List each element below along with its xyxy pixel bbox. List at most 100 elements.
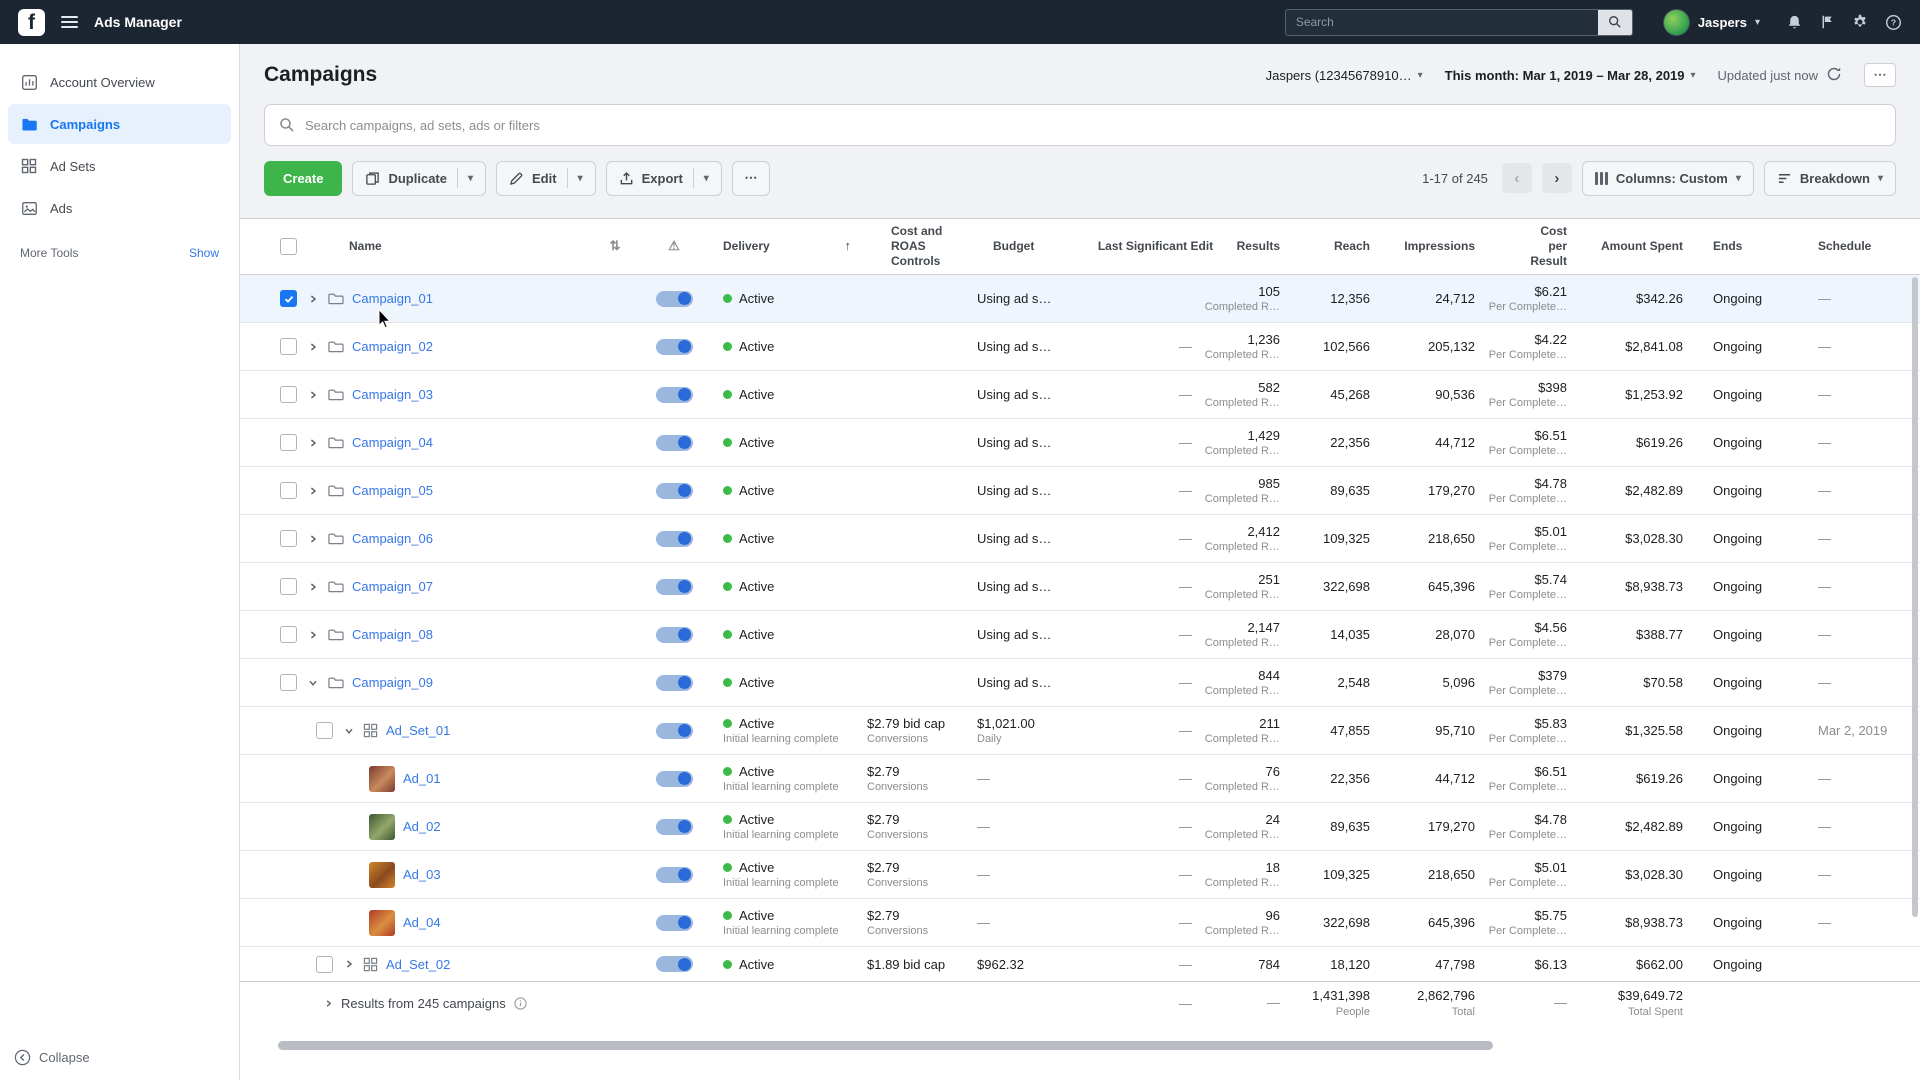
delivery-toggle[interactable] [655, 626, 693, 643]
refresh-icon[interactable] [1826, 66, 1842, 85]
settings-gear-icon[interactable] [1851, 13, 1869, 31]
row-checkbox[interactable] [280, 482, 297, 499]
more-options-button[interactable]: ⋯ [1864, 63, 1896, 87]
column-header-ends[interactable]: Ends [1700, 239, 1810, 254]
column-header-results[interactable]: Results [1228, 239, 1328, 254]
row-checkbox[interactable] [316, 722, 333, 739]
row-checkbox[interactable] [280, 434, 297, 451]
topbar-search[interactable] [1284, 8, 1633, 36]
delivery-toggle[interactable] [655, 770, 693, 787]
sidebar-item-ads[interactable]: Ads [8, 188, 231, 228]
column-header-name[interactable]: Name [349, 239, 382, 254]
row-name-link[interactable]: Campaign_04 [352, 435, 433, 450]
row-checkbox[interactable] [280, 290, 297, 307]
ad-row[interactable]: Ad_02 Active Initial learning complete $2… [240, 803, 1920, 851]
campaign-row[interactable]: Campaign_05 Active Using ad s… — 985 Comp… [240, 467, 1920, 515]
topbar-search-input[interactable] [1285, 9, 1598, 35]
row-name-link[interactable]: Campaign_03 [352, 387, 433, 402]
expand-caret[interactable] [307, 342, 319, 352]
ad-row[interactable]: Ad_04 Active Initial learning complete $2… [240, 899, 1920, 947]
delivery-toggle[interactable] [655, 434, 693, 451]
delivery-toggle[interactable] [655, 956, 693, 972]
horizontal-scrollbar[interactable] [278, 1041, 1493, 1050]
row-name-link[interactable]: Campaign_06 [352, 531, 433, 546]
column-header-amount-spent[interactable]: Amount Spent [1601, 239, 1700, 254]
expand-caret[interactable] [307, 438, 319, 448]
expand-caret[interactable] [307, 630, 319, 640]
row-name-link[interactable]: Ad_03 [403, 867, 441, 882]
expand-caret[interactable] [307, 582, 319, 592]
delivery-toggle[interactable] [655, 674, 693, 691]
campaign-row[interactable]: Campaign_09 Active Using ad s… — 844 Comp… [240, 659, 1920, 707]
column-header-schedule[interactable]: Schedule [1810, 239, 1920, 254]
adset-row[interactable]: Ad_Set_02 Active $1.89 bid cap $962.32 —… [240, 947, 1920, 981]
expand-caret[interactable] [307, 486, 319, 496]
delivery-toggle[interactable] [655, 290, 693, 307]
hamburger-menu-icon[interactable] [61, 16, 78, 28]
delivery-toggle[interactable] [655, 578, 693, 595]
row-name-link[interactable]: Campaign_07 [352, 579, 433, 594]
notifications-bell-icon[interactable] [1786, 14, 1803, 31]
column-header-cost[interactable]: Cost and ROAS Controls [861, 224, 971, 269]
campaign-search-input[interactable] [305, 117, 1881, 133]
help-icon[interactable]: ? [1885, 14, 1902, 31]
column-header-budget[interactable]: Budget [971, 239, 1093, 254]
delivery-toggle[interactable] [655, 722, 693, 739]
date-range-selector[interactable]: This month: Mar 1, 2019 – Mar 28, 2019 ▾ [1445, 68, 1696, 83]
row-checkbox[interactable] [280, 386, 297, 403]
row-checkbox[interactable] [280, 530, 297, 547]
row-name-link[interactable]: Ad_01 [403, 771, 441, 786]
row-checkbox[interactable] [280, 674, 297, 691]
columns-button[interactable]: Columns: Custom ▾ [1581, 160, 1754, 196]
row-name-link[interactable]: Campaign_08 [352, 627, 433, 642]
campaign-row[interactable]: Campaign_06 Active Using ad s… — 2,412 Co… [240, 515, 1920, 563]
campaign-row[interactable]: Campaign_08 Active Using ad s… — 2,147 Co… [240, 611, 1920, 659]
show-more-tools-link[interactable]: Show [189, 246, 219, 260]
select-all-checkbox[interactable] [280, 238, 297, 255]
toolbar-more-button[interactable]: ⋯ [731, 160, 770, 196]
info-icon[interactable] [514, 997, 527, 1010]
campaign-row[interactable]: Campaign_01 Active Using ad s… 105 Comple… [240, 275, 1920, 323]
column-header-delivery[interactable]: Delivery ↑ [713, 238, 861, 254]
sidebar-item-account-overview[interactable]: Account Overview [8, 62, 231, 102]
expand-caret[interactable] [307, 534, 319, 544]
expand-caret[interactable] [307, 294, 319, 304]
delivery-toggle[interactable] [655, 818, 693, 835]
footer-expand-caret[interactable] [324, 999, 333, 1008]
row-checkbox[interactable] [280, 338, 297, 355]
expand-caret[interactable] [307, 390, 319, 400]
row-name-link[interactable]: Campaign_02 [352, 339, 433, 354]
delivery-toggle[interactable] [655, 338, 693, 355]
delivery-toggle[interactable] [655, 530, 693, 547]
user-menu[interactable]: Jaspers ▾ [1662, 8, 1760, 36]
delivery-toggle[interactable] [655, 386, 693, 403]
delivery-toggle[interactable] [655, 482, 693, 499]
collapse-sidebar-button[interactable]: Collapse [14, 1049, 90, 1066]
expand-caret[interactable] [343, 726, 355, 736]
row-name-link[interactable]: Campaign_01 [352, 291, 433, 306]
row-name-link[interactable]: Ad_Set_02 [386, 957, 450, 972]
row-name-link[interactable]: Campaign_05 [352, 483, 433, 498]
campaign-row[interactable]: Campaign_04 Active Using ad s… — 1,429 Co… [240, 419, 1920, 467]
row-checkbox[interactable] [280, 626, 297, 643]
sidebar-item-ad-sets[interactable]: Ad Sets [8, 146, 231, 186]
edit-button[interactable]: Edit ▾ [496, 160, 596, 196]
sort-icon[interactable]: ⇅ [610, 238, 621, 253]
next-page-button[interactable]: › [1541, 163, 1572, 193]
column-header-impressions[interactable]: Impressions [1404, 239, 1523, 254]
previous-page-button[interactable]: ‹ [1501, 163, 1532, 193]
column-header-last-edit[interactable]: Last Significant Edit [1093, 239, 1228, 254]
flag-icon[interactable] [1819, 14, 1835, 30]
create-button[interactable]: Create [264, 160, 343, 196]
row-name-link[interactable]: Campaign_09 [352, 675, 433, 690]
adset-row[interactable]: Ad_Set_01 Active Initial learning complet… [240, 707, 1920, 755]
expand-caret[interactable] [343, 959, 355, 969]
row-checkbox[interactable] [280, 578, 297, 595]
topbar-search-button[interactable] [1597, 9, 1632, 35]
export-button[interactable]: Export ▾ [605, 160, 722, 196]
row-name-link[interactable]: Ad_02 [403, 819, 441, 834]
ad-row[interactable]: Ad_03 Active Initial learning complete $2… [240, 851, 1920, 899]
row-checkbox[interactable] [316, 955, 333, 973]
campaign-row[interactable]: Campaign_02 Active Using ad s… — 1,236 Co… [240, 323, 1920, 371]
ad-row[interactable]: Ad_01 Active Initial learning complete $2… [240, 755, 1920, 803]
